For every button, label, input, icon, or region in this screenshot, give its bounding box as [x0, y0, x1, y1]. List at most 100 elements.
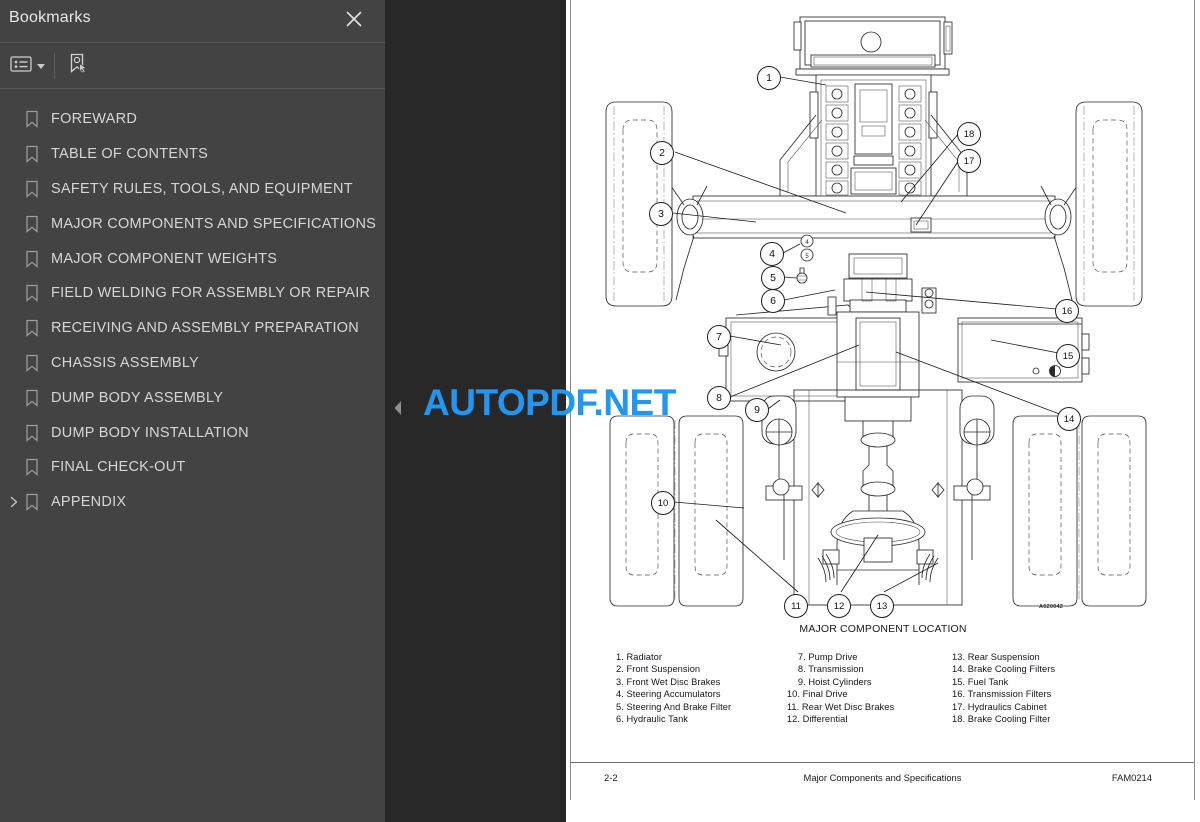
bookmark-options-button[interactable] — [10, 51, 45, 81]
bookmark-item-10[interactable]: FINAL CHECK-OUT — [0, 450, 385, 485]
callout-4: 4 — [760, 242, 784, 266]
bookmark-item-0[interactable]: FOREWARD — [0, 102, 385, 137]
bookmark-icon — [24, 145, 40, 164]
pdf-viewer-window: Bookmarks FOREWARD TABLE OF CONTENTS SAF… — [0, 0, 1200, 822]
chevron-down-icon — [37, 63, 45, 69]
bookmark-item-5[interactable]: FIELD WELDING FOR ASSEMBLY OR REPAIR — [0, 276, 385, 311]
callout-15: 15 — [1056, 344, 1080, 368]
footer-rule — [571, 762, 1194, 763]
bookmark-item-11[interactable]: APPENDIX — [0, 485, 385, 520]
bookmarks-toolbar — [0, 43, 385, 89]
callout-7: 7 — [707, 325, 731, 349]
callout-12: 12 — [827, 594, 851, 618]
drawing-number: A020042 — [1039, 604, 1064, 610]
bookmark-label: MAJOR COMPONENT WEIGHTS — [51, 250, 278, 267]
bookmark-item-7[interactable]: CHASSIS ASSEMBLY — [0, 346, 385, 381]
bookmark-icon — [24, 458, 40, 477]
bookmark-label: RECEIVING AND ASSEMBLY PREPARATION — [51, 320, 359, 337]
callout-1: 1 — [757, 66, 781, 90]
part-transmission — [836, 253, 920, 524]
callout-8: 8 — [707, 386, 731, 410]
bookmark-label: DUMP BODY INSTALLATION — [51, 424, 249, 441]
bookmark-icon — [24, 354, 40, 372]
callout-3: 3 — [649, 202, 673, 226]
bookmark-item-3[interactable]: MAJOR COMPONENTS AND SPECIFICATIONS — [0, 206, 385, 241]
legend-item: 3. Front Wet Disc Brakes — [616, 676, 721, 687]
bookmark-label: APPENDIX — [51, 494, 127, 511]
bookmark-item-9[interactable]: DUMP BODY INSTALLATION — [0, 415, 385, 450]
close-icon[interactable] — [343, 8, 365, 30]
collapse-left-icon[interactable] — [391, 398, 405, 418]
viewer-background — [385, 0, 566, 822]
bookmark-item-2[interactable]: SAFETY RULES, TOOLS, AND EQUIPMENT — [0, 172, 385, 207]
legend-item: 16. Transmission Filters — [952, 689, 1052, 700]
bookmark-icon — [24, 110, 40, 129]
legend-item: 5. Steering And Brake Filter — [616, 701, 732, 712]
footer-doc-code: FAM0214 — [1111, 772, 1152, 783]
legend-item: 4. Steering Accumulators — [616, 689, 721, 700]
bookmark-label: CHASSIS ASSEMBLY — [51, 354, 199, 371]
callout-5: 5 — [761, 266, 785, 290]
component-legend: 1. Radiator 2. Front Suspension 3. Front W… — [616, 651, 1096, 726]
bookmark-icon — [24, 319, 40, 338]
panel-title: Bookmarks — [9, 9, 91, 26]
legend-item: 7. Pump Drive — [797, 652, 858, 662]
legend-column-1: 1. Radiator 2. Front Suspension 3. Front W… — [616, 651, 787, 726]
bookmark-label: TABLE OF CONTENTS — [51, 146, 209, 163]
legend-item: 8. Transmission — [797, 664, 864, 675]
bookmark-icon — [24, 493, 40, 511]
bookmark-icon — [24, 250, 40, 268]
bookmarks-panel: Bookmarks FOREWARD TABLE OF CONTENTS SAF… — [0, 0, 385, 822]
legend-item: 10. Final Drive — [786, 689, 848, 700]
legend-column-2: 7. Pump Drive 8. Transmission 9. Hoist Cyl… — [787, 651, 952, 726]
callout-13: 13 — [870, 594, 894, 618]
bookmark-label: MAJOR COMPONENTS AND SPECIFICATIONS — [51, 215, 377, 232]
figure-title: MAJOR COMPONENT LOCATION — [799, 623, 967, 635]
bookmark-item-1[interactable]: TABLE OF CONTENTS — [0, 137, 385, 172]
callout-14: 14 — [1057, 407, 1081, 431]
legend-item: 9. Hoist Cylinders — [797, 676, 872, 687]
legend-item: 15. Fuel Tank — [952, 676, 1009, 687]
callout-11: 11 — [784, 594, 808, 618]
legend-item: 2. Front Suspension — [616, 664, 701, 675]
list-options-icon — [10, 55, 32, 78]
technical-drawing: .ln { fill:none; stroke:#2a2a2a; stroke-… — [566, 0, 1200, 630]
toolbar-divider — [54, 53, 55, 79]
callout-17: 17 — [957, 149, 981, 173]
bookmark-icon — [24, 284, 40, 303]
legend-item: 14. Brake Cooling Filters — [952, 664, 1056, 675]
bookmark-icon — [24, 389, 40, 407]
bookmark-list: FOREWARD TABLE OF CONTENTS SAFETY RULES, T… — [0, 88, 385, 822]
page-footer: 2-2 Major Components and Specifications … — [571, 770, 1194, 788]
callout-10: 10 — [651, 491, 675, 515]
legend-column-3: 13. Rear Suspension 14. Brake Cooling Fil… — [952, 651, 1096, 726]
legend-item: 6. Hydraulic Tank — [616, 714, 688, 725]
legend-item: 12. Differential — [786, 714, 848, 725]
callout-2: 2 — [650, 141, 674, 165]
legend-item: 1. Radiator — [616, 652, 663, 662]
chevron-right-icon[interactable] — [7, 495, 21, 509]
bookmark-icon — [24, 424, 40, 442]
legend-item: 17. Hydraulics Cabinet — [952, 701, 1047, 712]
bookmark-label: FIELD WELDING FOR ASSEMBLY OR REPAIR — [51, 285, 371, 302]
legend-item: 18. Brake Cooling Filter — [952, 714, 1051, 725]
bookmark-item-4[interactable]: MAJOR COMPONENT WEIGHTS — [0, 241, 385, 276]
bookmark-icon — [24, 215, 40, 233]
bookmark-label: DUMP BODY ASSEMBLY — [51, 389, 224, 406]
bookmark-label: SAFETY RULES, TOOLS, AND EQUIPMENT — [51, 180, 353, 197]
part-steering-accumulators: 4 5 — [796, 234, 814, 284]
bookmark-label: FOREWARD — [51, 111, 138, 128]
legend-item: 13. Rear Suspension — [952, 652, 1040, 662]
bookmark-item-8[interactable]: DUMP BODY ASSEMBLY — [0, 380, 385, 415]
bookmarks-panel-header: Bookmarks — [0, 0, 385, 43]
new-bookmark-button[interactable] — [66, 51, 90, 81]
footer-section-title: Major Components and Specifications — [803, 772, 962, 783]
part-radiator — [793, 16, 953, 76]
bookmark-icon — [24, 180, 40, 198]
bookmark-item-6[interactable]: RECEIVING AND ASSEMBLY PREPARATION — [0, 311, 385, 346]
part-differential — [822, 510, 934, 585]
callout-9: 9 — [745, 398, 769, 422]
new-bookmark-icon — [66, 52, 90, 81]
callout-16: 16 — [1055, 299, 1079, 323]
legend-item: 11. Rear Wet Disc Brakes — [786, 701, 895, 712]
